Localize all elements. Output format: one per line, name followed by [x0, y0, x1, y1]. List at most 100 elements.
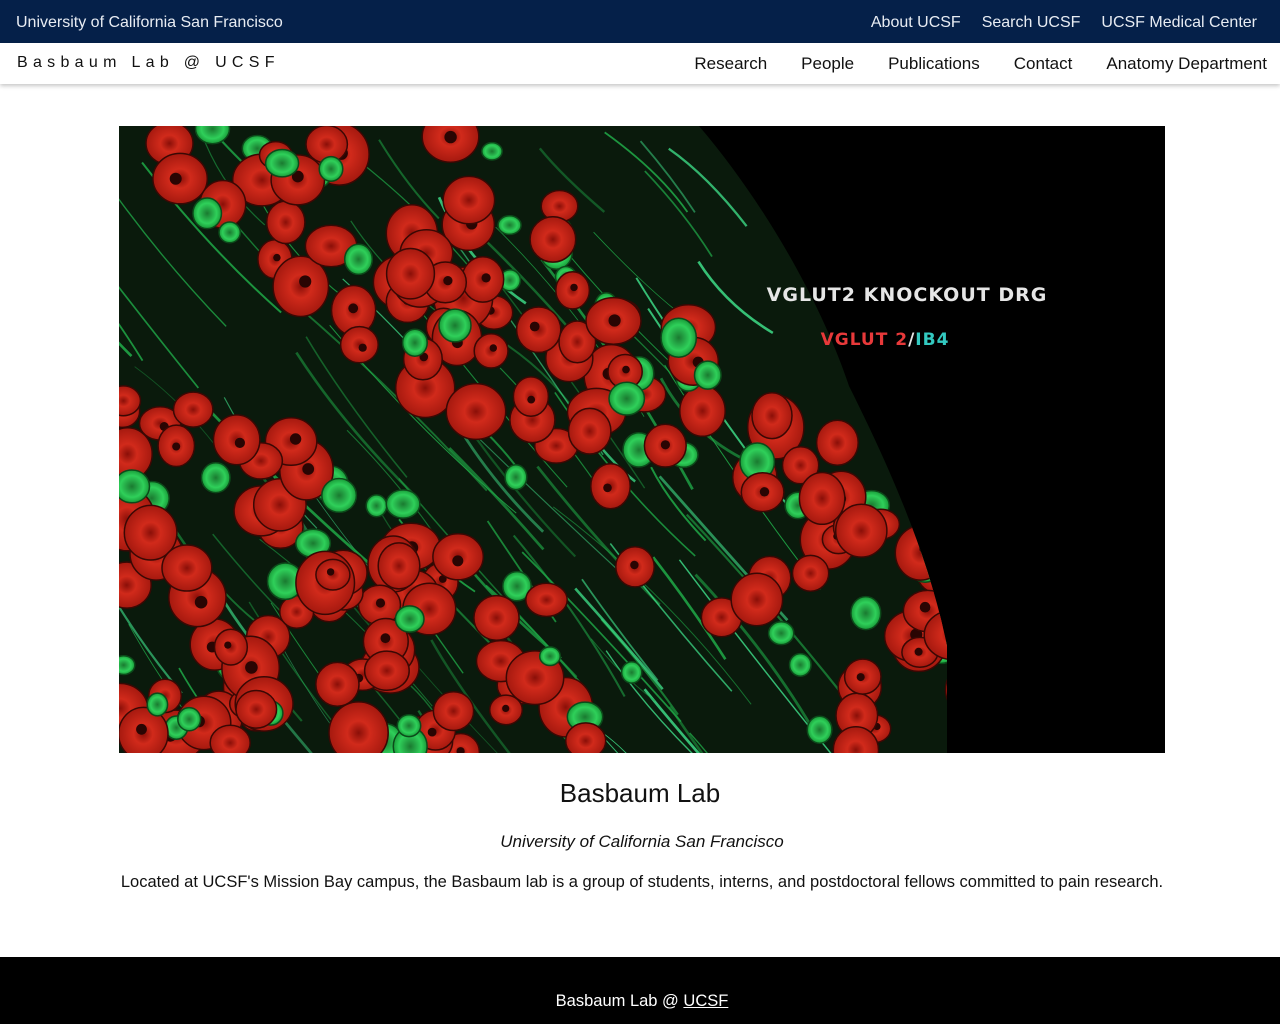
- cell-nucleus: [660, 440, 671, 450]
- cell-nucleus: [299, 275, 312, 288]
- footer-ucsf-link[interactable]: UCSF: [683, 992, 728, 1010]
- site-navbar: Basbaum Lab @ UCSF Research People Publi…: [0, 43, 1280, 84]
- vglut2-neuron-cell: [377, 542, 421, 590]
- caption-title: VGLUT2 KNOCKOUT DRG: [767, 284, 1048, 306]
- nav-research[interactable]: Research: [694, 54, 767, 74]
- ib4-neuron-cell: [788, 652, 812, 677]
- cell-nucleus: [358, 343, 367, 352]
- nav-publications[interactable]: Publications: [888, 54, 980, 74]
- ib4-neuron-cell: [365, 494, 388, 518]
- caption-marker-vglut2: VGLUT 2: [821, 330, 908, 350]
- ib4-neuron-cell: [200, 462, 231, 494]
- cell-nucleus: [570, 283, 578, 292]
- ib4-neuron-cell: [119, 469, 151, 504]
- vglut2-neuron-cell: [564, 722, 607, 753]
- vglut2-neuron-cell: [265, 200, 306, 245]
- cell-nucleus: [234, 437, 245, 448]
- nav-contact[interactable]: Contact: [1014, 54, 1073, 74]
- cell-nucleus: [444, 130, 457, 144]
- ib4-neuron-cell: [504, 464, 528, 491]
- university-home-link[interactable]: University of California San Francisco: [16, 14, 283, 32]
- vglut2-neuron-cell: [432, 690, 475, 732]
- ib4-neuron-cell: [394, 605, 425, 633]
- cell-nucleus: [348, 303, 359, 314]
- ib4-neuron-cell: [385, 489, 421, 519]
- cell-nucleus: [194, 595, 208, 609]
- ib4-neuron-cell: [438, 308, 472, 343]
- cell-nucleus: [289, 433, 302, 445]
- main-nav: Research People Publications Contact Ana…: [694, 54, 1267, 74]
- cell-nucleus: [245, 661, 258, 674]
- vglut2-neuron-cell: [751, 392, 793, 440]
- cell-nucleus: [375, 598, 386, 608]
- cell-nucleus: [443, 276, 453, 286]
- ib4-neuron-cell: [806, 715, 833, 744]
- svg-text:VGLUT 2/IB4: VGLUT 2/IB4: [821, 330, 950, 350]
- vglut2-neuron-cell: [791, 554, 830, 592]
- cell-nucleus: [326, 568, 335, 576]
- university-links: About UCSF Search UCSF UCSF Medical Cent…: [871, 14, 1257, 32]
- ib4-neuron-cell: [321, 477, 358, 514]
- page-subtitle: University of California San Francisco: [500, 832, 784, 851]
- cell-nucleus: [919, 601, 931, 613]
- cell-nucleus: [273, 253, 281, 262]
- ib4-neuron-cell: [608, 381, 646, 416]
- caption-slash: /: [908, 330, 915, 350]
- university-top-bar: University of California San Francisco A…: [0, 0, 1280, 43]
- vglut2-neuron-cell: [567, 407, 612, 455]
- cell-nucleus: [856, 673, 865, 682]
- search-ucsf-link[interactable]: Search UCSF: [982, 14, 1081, 32]
- ib4-neuron-cell: [146, 692, 169, 717]
- cell-nucleus: [527, 395, 536, 404]
- ib4-neuron-cell: [218, 221, 242, 244]
- vglut2-neuron-cell: [339, 325, 379, 364]
- ib4-neuron-cell: [318, 155, 344, 182]
- site-brand[interactable]: Basbaum Lab @ UCSF: [17, 54, 280, 72]
- ib4-neuron-cell: [660, 317, 698, 358]
- cell-nucleus: [608, 314, 621, 327]
- ib4-neuron-cell: [767, 621, 795, 646]
- cell-nucleus: [452, 555, 464, 567]
- vglut2-neuron-cell: [815, 419, 859, 466]
- ib4-neuron-cell: [343, 243, 374, 276]
- nav-people[interactable]: People: [801, 54, 854, 74]
- vglut2-neuron-cell: [515, 306, 562, 354]
- ib4-neuron-cell: [693, 360, 722, 390]
- vglut2-neuron-cell: [172, 391, 214, 428]
- cell-nucleus: [380, 633, 391, 644]
- nav-anatomy-department[interactable]: Anatomy Department: [1106, 54, 1267, 74]
- cell-nucleus: [622, 365, 630, 374]
- ib4-neuron-cell: [497, 215, 522, 236]
- vglut2-neuron-cell: [161, 544, 213, 592]
- lab-description: Located at UCSF's Mission Bay campus, th…: [120, 873, 1164, 891]
- vglut2-neuron-cell: [525, 582, 568, 618]
- cell-nucleus: [136, 723, 147, 735]
- site-footer: Basbaum Lab @ UCSF: [0, 957, 1280, 1024]
- ucsf-medical-center-link[interactable]: UCSF Medical Center: [1101, 14, 1257, 32]
- cell-nucleus: [502, 704, 510, 713]
- ib4-neuron-cell: [264, 148, 300, 178]
- hero-microscopy-image: VGLUT2 KNOCKOUT DRG VGLUT 2/IB4: [119, 126, 1165, 753]
- cell-nucleus: [489, 344, 497, 352]
- cell-nucleus: [630, 560, 639, 570]
- ib4-neuron-cell: [396, 714, 422, 738]
- cell-nucleus: [427, 727, 437, 737]
- footer-text: Basbaum Lab @ UCSF: [0, 992, 1280, 1011]
- cell-nucleus: [172, 442, 181, 451]
- ib4-neuron-cell: [481, 141, 503, 161]
- footer-prefix: Basbaum Lab @: [555, 992, 684, 1010]
- about-ucsf-link[interactable]: About UCSF: [871, 14, 961, 32]
- cell-nucleus: [914, 647, 923, 656]
- drg-micrograph: VGLUT2 KNOCKOUT DRG VGLUT 2/IB4: [119, 126, 1165, 753]
- ib4-neuron-cell: [192, 197, 223, 230]
- cell-nucleus: [169, 172, 182, 185]
- cell-nucleus: [302, 463, 315, 475]
- ib4-neuron-cell: [850, 595, 882, 631]
- page-title: Basbaum Lab: [559, 778, 721, 808]
- cell-nucleus: [529, 321, 540, 332]
- ib4-neuron-cell: [177, 706, 202, 732]
- vglut2-neuron-cell: [385, 247, 436, 300]
- cell-nucleus: [224, 641, 232, 649]
- vglut2-neuron-cell: [679, 384, 726, 438]
- ib4-neuron-cell: [119, 654, 136, 676]
